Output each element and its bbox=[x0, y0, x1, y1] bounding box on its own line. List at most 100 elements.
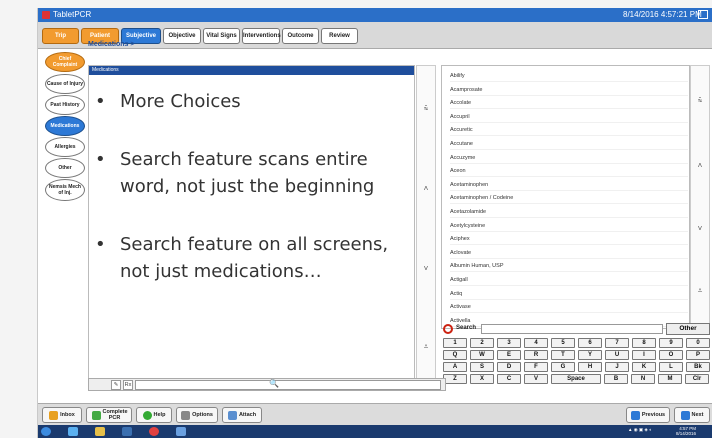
key-h[interactable]: H bbox=[578, 362, 602, 372]
scroll-top-icon[interactable]: ⩯ bbox=[417, 104, 435, 114]
rx-button[interactable]: Rx bbox=[123, 380, 133, 390]
medication-item[interactable]: Acamprosate bbox=[450, 84, 688, 96]
medication-item[interactable]: Actigall bbox=[450, 274, 688, 286]
inbox-button[interactable]: Inbox bbox=[42, 407, 82, 423]
no-entry-icon[interactable] bbox=[443, 324, 453, 334]
key-e[interactable]: E bbox=[497, 350, 521, 360]
key-9[interactable]: 9 bbox=[659, 338, 683, 348]
key-w[interactable]: W bbox=[470, 350, 494, 360]
key-n[interactable]: N bbox=[631, 374, 655, 384]
scroll-top-icon[interactable]: ⩯ bbox=[691, 96, 709, 106]
key-p[interactable]: P bbox=[686, 350, 710, 360]
key-2[interactable]: 2 bbox=[470, 338, 494, 348]
sidebar-item-allergies[interactable]: Allergies bbox=[45, 137, 85, 157]
medication-item[interactable]: Accuzyme bbox=[450, 152, 688, 164]
search-input[interactable] bbox=[481, 324, 663, 334]
key-l[interactable]: L bbox=[659, 362, 683, 372]
next-button[interactable]: Next bbox=[674, 407, 710, 423]
medication-item[interactable]: Accolate bbox=[450, 97, 688, 110]
medication-item[interactable]: Acetaminophen / Codeine bbox=[450, 192, 688, 205]
sidebar-item-cause-of-injury[interactable]: Cause of Injury bbox=[45, 74, 85, 94]
key-space[interactable]: Space bbox=[551, 374, 601, 384]
medication-item[interactable]: Acetazolamide bbox=[450, 206, 688, 218]
key-u[interactable]: U bbox=[605, 350, 629, 360]
scroll-up-icon[interactable]: ˄ bbox=[417, 184, 435, 193]
key-b[interactable]: B bbox=[604, 374, 628, 384]
sidebar-item-nemsis-mech[interactable]: Nemsis Mech of Inj. bbox=[45, 179, 85, 201]
key-g[interactable]: G bbox=[551, 362, 575, 372]
scroll-bottom-icon[interactable]: ⩡ bbox=[691, 286, 709, 296]
list-scrollbar[interactable]: ⩯ ˄ ˅ ⩡ bbox=[690, 65, 710, 329]
key-m[interactable]: M bbox=[658, 374, 682, 384]
tab-interventions[interactable]: Interventions bbox=[242, 28, 281, 44]
key-clr[interactable]: Clr bbox=[685, 374, 709, 384]
medication-item[interactable]: Acetaminophen bbox=[450, 179, 688, 191]
medication-item[interactable]: Activase bbox=[450, 301, 688, 314]
key-0[interactable]: 0 bbox=[686, 338, 710, 348]
media-icon[interactable] bbox=[122, 427, 132, 436]
key-t[interactable]: T bbox=[551, 350, 575, 360]
sidebar-item-chief-complaint[interactable]: Chief Complaint bbox=[45, 52, 85, 72]
key-z[interactable]: Z bbox=[443, 374, 467, 384]
key-f[interactable]: F bbox=[524, 362, 548, 372]
medication-item[interactable]: Aclovate bbox=[450, 247, 688, 259]
chrome-icon[interactable] bbox=[149, 427, 159, 436]
scroll-down-icon[interactable]: ˅ bbox=[417, 264, 435, 273]
note-field[interactable] bbox=[135, 380, 441, 390]
attach-button[interactable]: Attach bbox=[222, 407, 262, 423]
options-button[interactable]: Options bbox=[176, 407, 218, 423]
sidebar-item-other[interactable]: Other bbox=[45, 158, 85, 178]
key-q[interactable]: Q bbox=[443, 350, 467, 360]
key-6[interactable]: 6 bbox=[578, 338, 602, 348]
medication-item[interactable]: Accutane bbox=[450, 138, 688, 150]
app-icon[interactable] bbox=[176, 427, 186, 436]
key-x[interactable]: X bbox=[470, 374, 494, 384]
panel-scrollbar[interactable]: ⩯ ˄ ˅ ⩡ bbox=[416, 65, 436, 386]
previous-button[interactable]: Previous bbox=[626, 407, 670, 423]
other-button[interactable]: Other bbox=[666, 323, 710, 335]
sidebar-item-past-history[interactable]: Past History bbox=[45, 95, 85, 115]
key-3[interactable]: 3 bbox=[497, 338, 521, 348]
scroll-bottom-icon[interactable]: ⩡ bbox=[417, 342, 435, 352]
tab-vital-signs[interactable]: Vital Signs bbox=[203, 28, 240, 44]
key-v[interactable]: V bbox=[524, 374, 548, 384]
key-k[interactable]: K bbox=[632, 362, 656, 372]
window-restore-button[interactable] bbox=[698, 10, 708, 19]
medication-item[interactable]: Acetylcysteine bbox=[450, 220, 688, 232]
key-o[interactable]: O bbox=[659, 350, 683, 360]
medication-item[interactable]: Aciphex bbox=[450, 233, 688, 246]
help-button[interactable]: Help bbox=[136, 407, 172, 423]
medication-item[interactable]: Albumin Human, USP bbox=[450, 260, 688, 273]
key-d[interactable]: D bbox=[497, 362, 521, 372]
key-5[interactable]: 5 bbox=[551, 338, 575, 348]
sidebar-item-medications[interactable]: Medications bbox=[45, 116, 85, 136]
key-a[interactable]: A bbox=[443, 362, 467, 372]
medication-item[interactable]: Abilify bbox=[450, 70, 688, 82]
medication-item[interactable]: Aceon bbox=[450, 165, 688, 178]
tab-trip[interactable]: Trip bbox=[42, 28, 79, 44]
key-j[interactable]: J bbox=[605, 362, 629, 372]
tab-review[interactable]: Review bbox=[321, 28, 358, 44]
medication-item[interactable]: Accuretic bbox=[450, 124, 688, 137]
tab-objective[interactable]: Objective bbox=[163, 28, 201, 44]
key-4[interactable]: 4 bbox=[524, 338, 548, 348]
medication-item[interactable]: Actiq bbox=[450, 288, 688, 300]
pencil-icon[interactable]: ✎ bbox=[111, 380, 121, 390]
tab-outcome[interactable]: Outcome bbox=[282, 28, 319, 44]
key-r[interactable]: R bbox=[524, 350, 548, 360]
key-7[interactable]: 7 bbox=[605, 338, 629, 348]
search-icon[interactable]: 🔍 bbox=[269, 379, 279, 388]
key-s[interactable]: S bbox=[470, 362, 494, 372]
scroll-down-icon[interactable]: ˅ bbox=[691, 224, 709, 233]
key-y[interactable]: Y bbox=[578, 350, 602, 360]
ie-icon[interactable] bbox=[68, 427, 78, 436]
key-bk[interactable]: Bk bbox=[686, 362, 710, 372]
scroll-up-icon[interactable]: ˄ bbox=[691, 161, 709, 170]
key-8[interactable]: 8 bbox=[632, 338, 656, 348]
key-i[interactable]: I bbox=[632, 350, 656, 360]
start-icon[interactable] bbox=[41, 427, 51, 436]
complete-pcr-button[interactable]: Complete PCR bbox=[86, 407, 132, 423]
folder-icon[interactable] bbox=[95, 427, 105, 436]
key-c[interactable]: C bbox=[497, 374, 521, 384]
medication-item[interactable]: Accupril bbox=[450, 111, 688, 123]
